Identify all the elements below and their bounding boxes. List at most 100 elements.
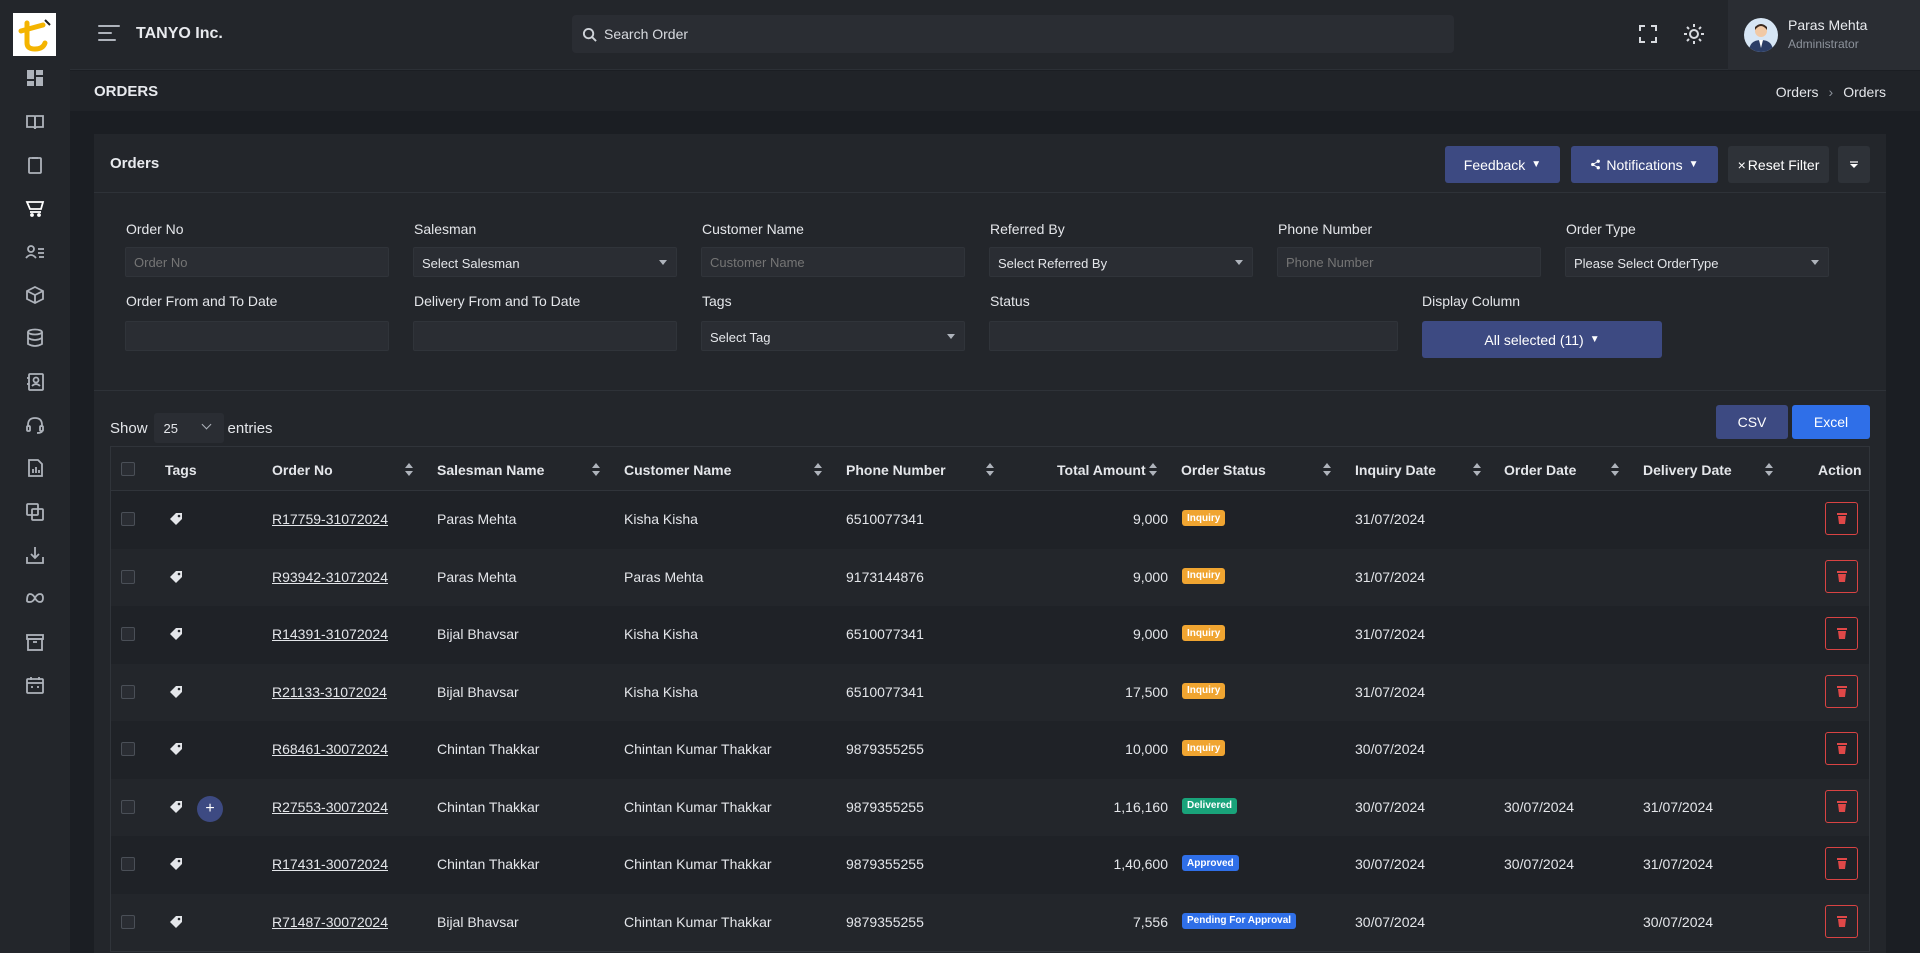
salesman-label: Salesman [414,221,477,237]
delete-button[interactable] [1825,674,1858,708]
col-order-no[interactable]: Order No [272,462,333,478]
order-no-link[interactable]: R17759-31072024 [272,511,388,527]
search-box[interactable] [572,15,1454,53]
report-icon[interactable] [23,456,47,480]
sort-icon[interactable] [592,463,600,477]
contacts-icon[interactable] [23,370,47,394]
tag-icon[interactable] [169,627,183,641]
database-icon[interactable] [23,326,47,350]
order-no-link[interactable]: R93942-31072024 [272,569,388,585]
sort-icon[interactable] [405,463,413,477]
col-phone[interactable]: Phone Number [846,462,946,478]
salesman-select[interactable]: Select Salesman [413,247,677,277]
row-checkbox[interactable] [121,569,135,584]
row-checkbox[interactable] [121,512,135,526]
tag-icon[interactable] [169,570,183,584]
filter-collapse-button[interactable] [1838,146,1870,183]
users-list-icon[interactable] [23,240,47,264]
delete-button[interactable] [1825,904,1858,938]
display-column-select[interactable]: All selected (11) ▼ [1422,321,1662,358]
col-customer[interactable]: Customer Name [624,462,731,478]
select-all-checkbox[interactable] [121,462,135,476]
order-no-input[interactable] [125,247,389,277]
delivery-date-range-input[interactable] [413,321,677,351]
search-input[interactable] [604,26,1404,42]
card-header: Orders Feedback ▼ Notifications ▼ × Reset F… [94,134,1886,193]
sort-icon[interactable] [1149,463,1157,477]
delete-button[interactable] [1825,502,1858,535]
row-checkbox[interactable] [121,627,135,641]
copy-icon[interactable] [23,500,47,524]
book-icon[interactable] [23,110,47,134]
tag-icon[interactable] [169,512,183,526]
order-no-link[interactable]: R17431-30072024 [272,856,388,872]
phone-number-input[interactable] [1277,247,1541,277]
tag-icon[interactable] [169,857,183,871]
tag-icon[interactable] [169,800,183,814]
cart-icon[interactable] [23,196,47,220]
status-select[interactable] [989,321,1398,351]
delete-button[interactable] [1825,847,1858,880]
tag-icon[interactable] [169,742,183,756]
sort-icon[interactable] [1611,463,1619,477]
clipboard-icon[interactable] [23,153,47,177]
order-no-link[interactable]: R71487-30072024 [272,914,388,930]
col-amount[interactable]: Total Amount [1057,462,1146,478]
row-checkbox[interactable] [121,799,135,814]
col-status[interactable]: Order Status [1181,462,1266,478]
archive-icon[interactable] [23,630,47,654]
chevron-down-icon [201,419,211,430]
calendar-icon[interactable] [23,673,47,697]
row-checkbox[interactable] [121,914,135,929]
row-checkbox[interactable] [121,742,135,756]
menu-toggle-icon[interactable] [98,25,120,43]
delete-button[interactable] [1825,789,1858,823]
phone-number: 9879355255 [846,856,924,872]
col-order-date[interactable]: Order Date [1504,462,1576,478]
csv-export-button[interactable]: CSV [1716,405,1788,439]
dashboard-icon[interactable] [23,66,47,90]
page-length-select[interactable]: 25 [153,413,224,443]
status-label: Status [990,293,1030,309]
delete-button[interactable] [1825,559,1858,593]
excel-export-button[interactable]: Excel [1792,405,1870,439]
customer-name-input[interactable] [701,247,965,277]
col-inquiry-date[interactable]: Inquiry Date [1355,462,1436,478]
order-no-link[interactable]: R21133-31072024 [272,684,387,700]
delete-button[interactable] [1825,732,1858,765]
row-checkbox[interactable] [121,857,135,871]
theme-toggle-icon[interactable] [1683,23,1707,47]
sort-icon[interactable] [986,463,994,477]
box-icon[interactable] [23,283,47,307]
sort-icon[interactable] [1323,463,1331,477]
user-menu[interactable]: Paras Mehta Administrator [1728,0,1920,70]
sort-icon[interactable] [1473,463,1481,477]
sort-icon[interactable] [814,463,822,477]
feedback-button[interactable]: Feedback ▼ [1445,146,1560,183]
col-salesman[interactable]: Salesman Name [437,462,544,478]
row-checkbox[interactable] [121,684,135,699]
meta-icon[interactable] [23,586,47,610]
referred-by-select[interactable]: Select Referred By [989,247,1253,277]
sort-icon[interactable] [1765,463,1773,477]
notifications-button[interactable]: Notifications ▼ [1571,146,1718,183]
order-type-select[interactable]: Please Select OrderType [1565,247,1829,277]
status-badge: Approved [1182,855,1239,871]
tags-select[interactable]: Select Tag [701,321,965,351]
add-tag-button[interactable]: + [197,795,223,822]
order-no-link[interactable]: R68461-30072024 [272,741,388,757]
referred-by-value: Select Referred By [998,256,1108,271]
brand-logo[interactable] [13,13,56,56]
order-date-range-input[interactable] [125,321,389,351]
order-no-link[interactable]: R27553-30072024 [272,799,388,815]
tag-icon[interactable] [169,915,183,929]
download-icon[interactable] [23,543,47,567]
breadcrumb-item[interactable]: Orders [1776,84,1819,100]
order-no-link[interactable]: R14391-31072024 [272,626,388,642]
headset-icon[interactable] [23,413,47,437]
delete-button[interactable] [1825,617,1858,650]
fullscreen-icon[interactable] [1637,23,1661,47]
tag-icon[interactable] [169,685,183,699]
reset-filter-button[interactable]: × Reset Filter [1728,146,1829,183]
col-delivery-date[interactable]: Delivery Date [1643,462,1732,478]
